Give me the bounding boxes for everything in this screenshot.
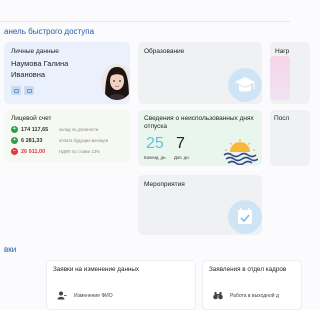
rewards-label: Нагр	[275, 48, 290, 55]
account-label: Лицевой счет	[11, 115, 52, 122]
education-label: Образование	[144, 48, 185, 55]
data-change-requests-card[interactable]: Заявки на изменение данных Изменение ФИО	[46, 260, 196, 310]
binoculars-icon	[213, 291, 223, 300]
last-items-card[interactable]: Посл	[270, 110, 310, 166]
extra-days-count: 7	[176, 135, 185, 152]
applications-title: вки	[4, 245, 17, 254]
plus-icon: +	[11, 126, 18, 133]
account-value: 6 281,33	[21, 137, 43, 144]
hr-requests-card[interactable]: Заявления в отдел кадров Работа в выходн…	[202, 260, 302, 310]
account-value: 26 911,00	[21, 148, 46, 155]
minus-icon: −	[11, 148, 18, 155]
personal-account-card[interactable]: Лицевой счет + 174 117,65 оклад по должн…	[4, 110, 130, 162]
weekend-work-item[interactable]: Работа в выходной д	[213, 291, 279, 300]
card-icon[interactable]	[24, 86, 34, 95]
leave-label: Сведения о неиспользованных днях отпуска	[144, 115, 254, 130]
data-change-requests-title: Заявки на изменение данных	[53, 266, 140, 273]
account-note: НДФЛ по ставке 13%	[59, 149, 100, 154]
events-label: Мероприятия	[144, 181, 185, 188]
calendar-days-label: Календ. дн.	[144, 155, 167, 160]
employee-name-line2: Ивановна	[11, 70, 46, 79]
calendar-check-icon	[228, 200, 262, 234]
unused-leave-card[interactable]: Сведения о неиспользованных днях отпуска…	[138, 110, 262, 166]
name-change-label: Изменение ФИО	[74, 292, 113, 299]
account-note: оплата будущих месяцев	[59, 138, 108, 143]
last-items-label: Посл	[274, 115, 290, 122]
graduation-cap-icon	[228, 68, 262, 102]
account-row: + 6 281,33 оплата будущих месяцев	[11, 137, 108, 144]
account-note: оклад по должности	[59, 127, 99, 132]
quick-access-title: анель быстрого доступа	[4, 27, 95, 36]
personal-data-card[interactable]: Личные данные Наумова Галина Ивановна	[4, 42, 130, 104]
extra-days-label: Доп. дн.	[174, 155, 190, 160]
sunset-sea-icon	[222, 139, 259, 166]
avatar	[101, 64, 130, 100]
account-value: 174 117,65	[21, 126, 49, 133]
account-row: − 26 911,00 НДФЛ по ставке 13%	[11, 148, 100, 155]
weekend-work-label: Работа в выходной д	[230, 292, 279, 299]
top-divider	[0, 21, 290, 22]
person-icon	[57, 291, 67, 300]
account-row: + 174 117,65 оклад по должности	[11, 126, 98, 133]
hr-requests-title: Заявления в отдел кадров	[209, 266, 287, 273]
personal-quick-icons	[11, 86, 34, 95]
personal-data-label: Личные данные	[11, 48, 59, 55]
plus-icon: +	[11, 137, 18, 144]
rewards-illustration	[270, 56, 290, 100]
employee-name-line1: Наумова Галина	[11, 59, 69, 68]
document-icon[interactable]	[11, 86, 21, 95]
name-change-item[interactable]: Изменение ФИО	[57, 291, 113, 300]
calendar-days-count: 25	[146, 135, 164, 152]
